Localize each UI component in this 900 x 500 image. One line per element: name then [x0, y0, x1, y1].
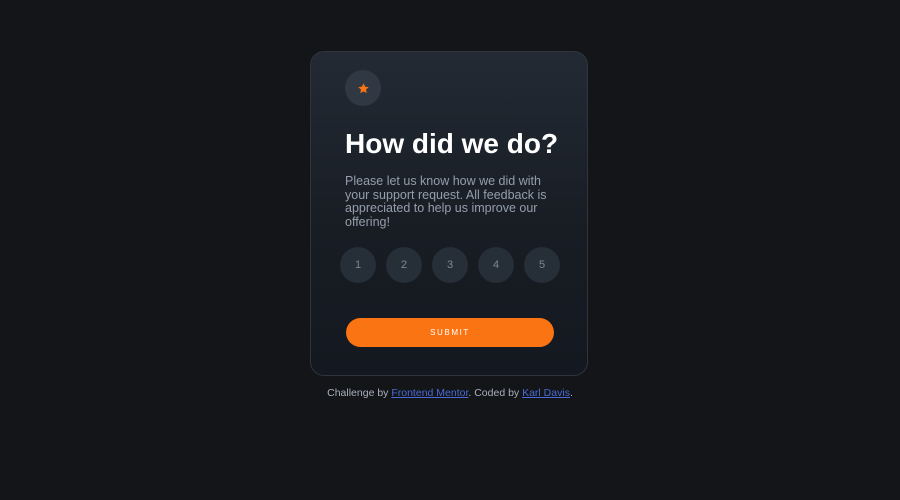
- rating-button-3[interactable]: 3: [432, 247, 468, 283]
- star-badge: [345, 70, 381, 106]
- star-icon: [357, 82, 369, 93]
- rating-button-2[interactable]: 2: [386, 247, 422, 283]
- author-link[interactable]: Karl Davis: [522, 387, 570, 399]
- card-description: Please let us know how we did with your …: [345, 174, 547, 229]
- rating-card: How did we do? Please let us know how we…: [310, 51, 588, 376]
- rating-button-5[interactable]: 5: [524, 247, 560, 283]
- rating-button-1[interactable]: 1: [340, 247, 376, 283]
- rating-options: 1 2 3 4 5: [340, 247, 560, 283]
- frontend-mentor-link[interactable]: Frontend Mentor: [391, 387, 468, 399]
- attribution-middle: . Coded by: [468, 387, 523, 399]
- attribution-suffix: .: [569, 387, 573, 399]
- attribution: Challenge by Frontend Mentor. Coded by K…: [0, 387, 900, 399]
- attribution-prefix: Challenge by: [327, 387, 392, 399]
- card-title: How did we do?: [345, 128, 559, 159]
- rating-button-4[interactable]: 4: [478, 247, 514, 283]
- submit-button[interactable]: SUBMIT: [346, 318, 554, 347]
